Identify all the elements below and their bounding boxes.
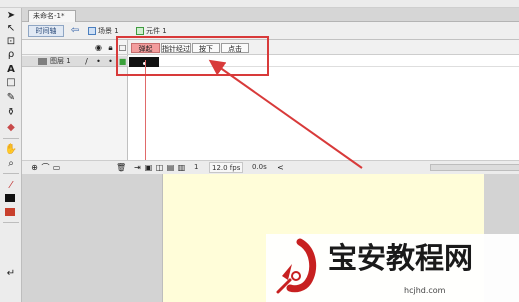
layer-pane: ◉ 🔒︎ □ 图层 1 / • • ■ ⊕ ⌒ ▭ 🗑︎ xyxy=(22,40,128,174)
layer-row[interactable]: 图层 1 / • • ■ xyxy=(22,56,128,67)
document-tab-bar: 未命名-1* xyxy=(22,8,519,22)
snap-icon[interactable]: ↵ xyxy=(4,268,18,280)
edit-multiple-icon[interactable]: ▤ xyxy=(166,163,175,172)
back-arrow-icon[interactable]: ⇦ xyxy=(69,24,81,37)
add-folder-icon[interactable]: ▭ xyxy=(52,163,61,172)
visibility-dot-icon[interactable]: • xyxy=(94,57,103,66)
tools-divider xyxy=(3,173,19,174)
watermark-logo-icon xyxy=(276,238,317,294)
subselect-tool-icon[interactable]: ↖ xyxy=(4,23,18,35)
breadcrumb-scene[interactable]: 场景 1 xyxy=(88,25,119,37)
hand-tool-icon[interactable]: ✋ xyxy=(4,144,18,156)
symbol-icon xyxy=(136,27,144,35)
layer-name: 图层 1 xyxy=(50,57,71,65)
add-guide-icon[interactable]: ⌒ xyxy=(41,163,50,172)
eye-icon[interactable]: ◉ xyxy=(94,43,103,52)
current-frame: 1 xyxy=(194,163,199,171)
document-tab[interactable]: 未命名-1* xyxy=(28,10,76,22)
scroll-left-icon[interactable]: < xyxy=(276,163,285,172)
modify-markers-icon[interactable]: ▥ xyxy=(177,163,186,172)
timeline-status-bar: ⇥ ▣ ◫ ▤ ▥ 1 12.0 fps 0.0s < xyxy=(128,160,519,174)
timeline-scrollbar[interactable] xyxy=(430,164,519,171)
stroke-color-icon[interactable]: ⁄ xyxy=(4,180,18,192)
onion-skin-icon[interactable]: ▣ xyxy=(144,163,153,172)
text-tool-icon[interactable]: A xyxy=(4,64,18,76)
layer-icon xyxy=(38,58,47,65)
tools-divider xyxy=(3,138,19,139)
layer-header: ◉ 🔒︎ □ xyxy=(22,40,128,55)
watermark-url: hcjhd.com xyxy=(404,286,446,295)
annotation-box xyxy=(116,36,269,76)
menu-bar xyxy=(0,0,519,8)
tools-divider xyxy=(3,222,19,223)
elapsed-time: 0.0s xyxy=(252,163,267,171)
tools-panel: ➤ ↖ ⊡ ρ A □ ✎ ⚱ ◆ ✋ ⌕ ⁄ ↵ xyxy=(0,8,22,302)
scene-label: 场景 1 xyxy=(98,27,119,35)
swap-colors-icon[interactable] xyxy=(5,208,15,216)
zoom-tool-icon[interactable]: ⌕ xyxy=(4,158,18,170)
timeline-toggle-button[interactable]: 时间轴 xyxy=(28,25,64,37)
layer-controls: ⊕ ⌒ ▭ 🗑︎ xyxy=(22,160,128,174)
rectangle-tool-icon[interactable]: □ xyxy=(4,77,18,89)
add-layer-icon[interactable]: ⊕ xyxy=(30,163,39,172)
scene-icon xyxy=(88,27,96,35)
eraser-icon[interactable]: ◆ xyxy=(4,122,18,134)
center-frame-icon[interactable]: ⇥ xyxy=(133,163,142,172)
frame-rate[interactable]: 12.0 fps xyxy=(209,162,244,173)
fill-color-icon[interactable] xyxy=(5,194,15,202)
onion-outline-icon[interactable]: ◫ xyxy=(155,163,164,172)
watermark-title: 宝安教程网 xyxy=(328,241,474,275)
ink-bottle-icon[interactable]: ⚱ xyxy=(4,107,18,119)
pencil-edit-icon: / xyxy=(85,57,88,66)
watermark: 宝安教程网 hcjhd.com xyxy=(266,234,519,302)
lock-icon[interactable]: 🔒︎ xyxy=(106,43,115,52)
arrow-tool-icon[interactable]: ➤ xyxy=(4,10,18,22)
free-transform-icon[interactable]: ⊡ xyxy=(4,36,18,48)
lock-dot-icon[interactable]: • xyxy=(106,57,115,66)
symbol-label: 元件 1 xyxy=(146,27,167,35)
pencil-icon[interactable]: ✎ xyxy=(4,92,18,104)
lasso-icon[interactable]: ρ xyxy=(4,49,18,61)
edit-bar: 时间轴 ⇦ 场景 1 元件 1 xyxy=(22,22,519,40)
trash-icon[interactable]: 🗑︎ xyxy=(116,163,126,172)
